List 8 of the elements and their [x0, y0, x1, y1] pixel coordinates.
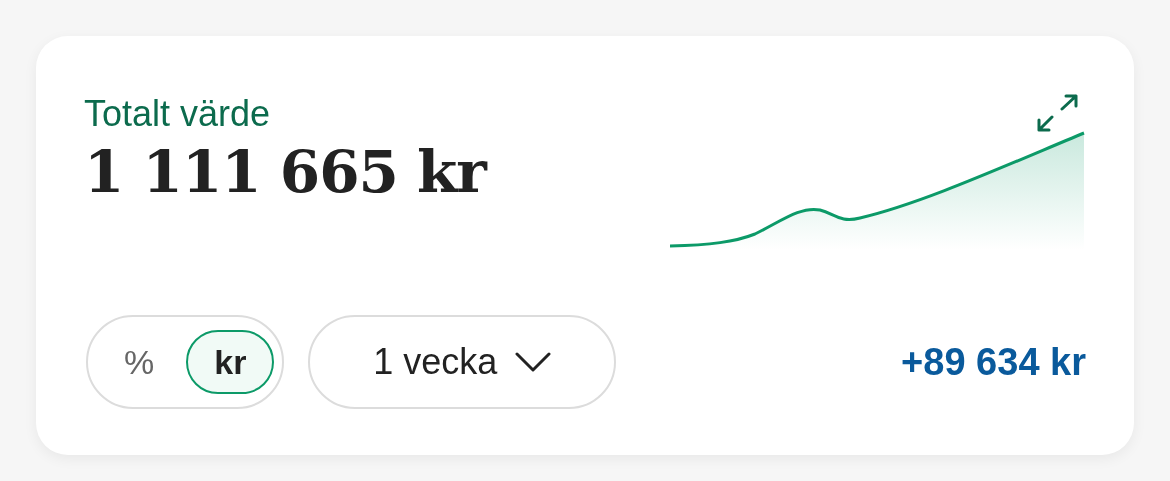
card-label: Totalt värde: [84, 92, 272, 136]
chevron-down-icon: [515, 352, 552, 372]
period-dropdown[interactable]: 1 vecka: [308, 315, 617, 409]
unit-option[interactable]: %: [96, 330, 183, 394]
expand-icon: [1036, 93, 1078, 133]
total-value: 1 111 665 kr: [84, 137, 486, 208]
value-change: +89 634 kr: [901, 339, 1086, 385]
unit-option[interactable]: kr: [186, 330, 275, 394]
